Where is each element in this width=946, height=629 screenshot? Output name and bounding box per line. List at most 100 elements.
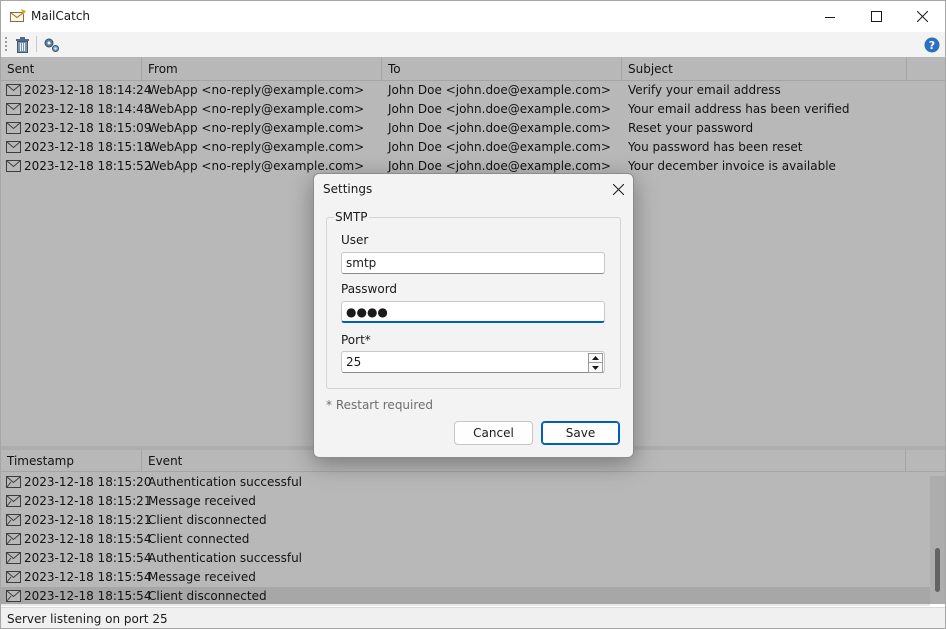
- list-item[interactable]: 2023-12-18 18:15:54 Client disconnected: [1, 587, 930, 606]
- cell-event: Authentication successful: [148, 475, 303, 489]
- toolbar-separator: [36, 36, 37, 52]
- cell-timestamp: 2023-12-18 18:15:21: [24, 494, 152, 508]
- cell-timestamp: 2023-12-18 18:15:54: [24, 570, 152, 584]
- save-button[interactable]: Save: [541, 421, 620, 445]
- envelope-icon: [6, 160, 21, 172]
- log-envelope-icon: [6, 495, 21, 507]
- log-envelope-icon: [6, 552, 21, 564]
- cell-subject: Reset your password: [628, 121, 754, 135]
- list-item[interactable]: 2023-12-18 18:15:54 Client connected: [1, 530, 930, 549]
- minimize-button[interactable]: [807, 1, 853, 32]
- port-label: Port*: [341, 333, 371, 347]
- password-label: Password: [341, 282, 398, 296]
- list-item[interactable]: 2023-12-18 18:15:54 Authentication succes…: [1, 549, 930, 568]
- column-timestamp[interactable]: Timestamp: [1, 450, 142, 472]
- log-envelope-icon: [6, 571, 21, 583]
- list-item[interactable]: 2023-12-18 18:15:54 Message received: [1, 568, 930, 587]
- table-row[interactable]: 2023-12-18 18:14:24 WebApp <no-reply@exam…: [1, 81, 945, 100]
- cell-subject: Verify your email address: [628, 83, 781, 97]
- cell-sent: 2023-12-18 18:14:24: [24, 83, 152, 97]
- table-row[interactable]: 2023-12-18 18:14:48 WebApp <no-reply@exam…: [1, 100, 945, 119]
- cell-event: Message received: [148, 494, 256, 508]
- help-button[interactable]: ?: [922, 35, 942, 54]
- restart-note: * Restart required: [326, 398, 434, 412]
- svg-text:?: ?: [929, 39, 935, 52]
- maximize-button[interactable]: [853, 1, 899, 32]
- help-icon: ?: [924, 37, 940, 52]
- title-bar: MailCatch: [1, 1, 945, 32]
- cell-from: WebApp <no-reply@example.com>: [148, 83, 365, 97]
- cell-timestamp: 2023-12-18 18:15:21: [24, 513, 152, 527]
- port-decrement-button[interactable]: [588, 363, 603, 373]
- envelope-icon: [6, 84, 21, 96]
- cell-event: Client disconnected: [148, 589, 267, 603]
- envelope-icon: [6, 103, 21, 115]
- user-label: User: [341, 233, 369, 247]
- smtp-group-label: SMTP: [334, 210, 369, 224]
- toolbar-grip[interactable]: [5, 37, 7, 51]
- close-icon: [612, 183, 624, 195]
- gears-icon: [44, 38, 59, 52]
- table-row[interactable]: 2023-12-18 18:15:09 WebApp <no-reply@exam…: [1, 119, 945, 138]
- toolbar: ?: [1, 32, 945, 57]
- cell-timestamp: 2023-12-18 18:15:54: [24, 589, 152, 603]
- cell-sent: 2023-12-18 18:15:18: [24, 140, 152, 154]
- cell-sent: 2023-12-18 18:14:48: [24, 102, 152, 116]
- list-item[interactable]: 2023-12-18 18:15:21 Message received: [1, 492, 930, 511]
- cell-subject: Your december invoice is available: [628, 159, 836, 173]
- cell-from: WebApp <no-reply@example.com>: [148, 102, 365, 116]
- cancel-button[interactable]: Cancel: [454, 421, 533, 445]
- cell-sent: 2023-12-18 18:15:09: [24, 121, 152, 135]
- port-spin-buttons: [588, 353, 603, 373]
- mail-catch-icon: [10, 9, 26, 23]
- cell-event: Client disconnected: [148, 513, 267, 527]
- close-icon: [916, 11, 928, 22]
- list-item[interactable]: 2023-12-18 18:15:20 Authentication succes…: [1, 473, 930, 492]
- cell-timestamp: 2023-12-18 18:15:54: [24, 532, 152, 546]
- dialog-title: Settings: [323, 182, 373, 196]
- envelope-icon: [6, 122, 21, 134]
- cell-to: John Doe <john.doe@example.com>: [388, 140, 611, 154]
- log-scrollbar[interactable]: [930, 476, 945, 604]
- dialog-close-button[interactable]: [605, 178, 631, 200]
- password-input[interactable]: [341, 301, 605, 323]
- main-window: MailCatch ? Sent From To Subject 2023-12…: [0, 0, 946, 629]
- column-subject[interactable]: Subject: [622, 57, 907, 81]
- settings-button[interactable]: [41, 35, 61, 54]
- cell-to: John Doe <john.doe@example.com>: [388, 121, 611, 135]
- column-to[interactable]: To: [382, 57, 622, 81]
- cell-from: WebApp <no-reply@example.com>: [148, 140, 365, 154]
- cell-event: Message received: [148, 570, 256, 584]
- port-stepper[interactable]: [341, 351, 605, 373]
- messages-header: Sent From To Subject: [1, 57, 945, 81]
- cell-event: Authentication successful: [148, 551, 303, 565]
- status-text: Server listening on port 25: [7, 612, 168, 626]
- close-button[interactable]: [899, 1, 945, 32]
- trash-icon: [15, 36, 29, 53]
- cell-sent: 2023-12-18 18:15:52: [24, 159, 152, 173]
- list-item[interactable]: 2023-12-18 18:15:21 Client disconnected: [1, 511, 930, 530]
- envelope-icon: [6, 141, 21, 153]
- column-sent[interactable]: Sent: [1, 57, 142, 81]
- settings-dialog: Settings SMTP User Password Port* * Rest…: [313, 173, 634, 458]
- log-envelope-icon: [6, 590, 21, 602]
- table-row[interactable]: 2023-12-18 18:15:18 WebApp <no-reply@exam…: [1, 138, 945, 157]
- cell-timestamp: 2023-12-18 18:15:20: [24, 475, 152, 489]
- cell-to: John Doe <john.doe@example.com>: [388, 83, 611, 97]
- window-title: MailCatch: [31, 9, 91, 23]
- delete-button[interactable]: [12, 35, 32, 54]
- log-envelope-icon: [6, 514, 21, 526]
- caret-up-icon: [592, 356, 599, 360]
- minimize-icon: [825, 16, 835, 18]
- cell-from: WebApp <no-reply@example.com>: [148, 121, 365, 135]
- cell-subject: Your email address has been verified: [628, 102, 850, 116]
- log-list[interactable]: Timestamp Event 2023-12-18 18:15:20 Authe…: [1, 450, 945, 606]
- maximize-icon: [870, 11, 882, 22]
- user-input[interactable]: [341, 252, 605, 274]
- log-scrollbar-thumb[interactable]: [935, 548, 940, 592]
- cell-to: John Doe <john.doe@example.com>: [388, 102, 611, 116]
- cell-event: Client connected: [148, 532, 250, 546]
- port-increment-button[interactable]: [588, 353, 603, 363]
- column-from[interactable]: From: [142, 57, 382, 81]
- log-envelope-icon: [6, 476, 21, 488]
